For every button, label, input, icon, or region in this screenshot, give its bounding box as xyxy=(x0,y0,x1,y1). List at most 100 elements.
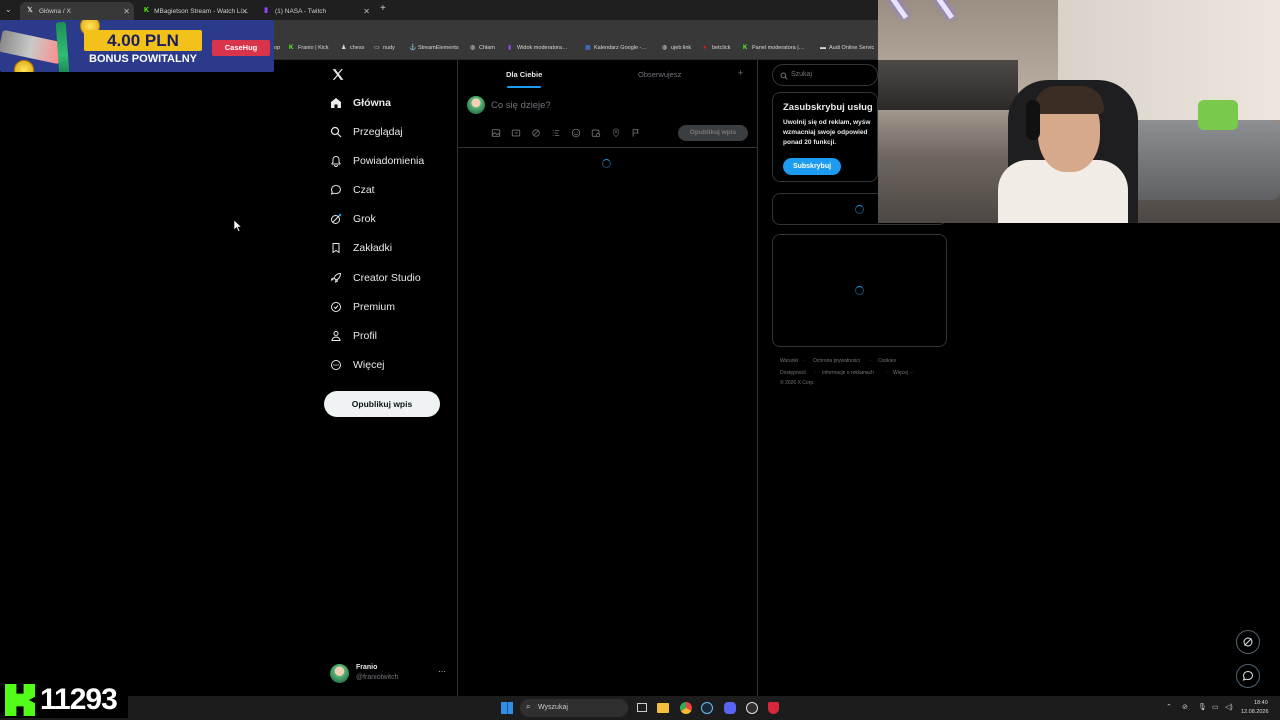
sidebar-item-bookmarks[interactable]: Zakładki xyxy=(330,242,392,254)
avatar xyxy=(467,96,485,114)
streamelements-icon: ⚓ xyxy=(409,45,417,51)
composer-input[interactable]: Co się dzieje? xyxy=(491,100,551,111)
footer-link[interactable]: Cookies xyxy=(878,358,896,364)
sidebar-item-notifications[interactable]: Powiadomienia xyxy=(330,155,424,167)
bookmark-item[interactable]: ● betclick xyxy=(703,45,730,51)
clock-time[interactable]: 18:40 xyxy=(1254,700,1268,706)
sidebar-item-label: Więcej xyxy=(353,359,385,371)
sidebar-item-label: Przeglądaj xyxy=(353,126,403,138)
windows-start-icon[interactable] xyxy=(501,702,513,714)
new-tab-button[interactable]: + xyxy=(380,3,386,14)
tab-following[interactable]: Obserwujesz xyxy=(638,70,681,79)
sidebar-item-chat[interactable]: Czat xyxy=(330,184,375,196)
promo-brand-logo: CaseHug xyxy=(212,40,270,56)
kick-counter-overlay: 11293 xyxy=(0,680,128,718)
poll-icon[interactable] xyxy=(551,128,561,138)
search-input[interactable]: Szukaj xyxy=(772,64,878,86)
add-tab-button[interactable]: + xyxy=(738,68,743,78)
kick-count: 11293 xyxy=(40,683,118,716)
gif-icon[interactable] xyxy=(511,128,521,138)
close-tab-icon[interactable]: ✕ xyxy=(123,7,130,16)
browser-tab-twitch[interactable]: ▮ (1) NASA - Twitch ✕ xyxy=(256,2,374,20)
tray-chevron-icon[interactable]: ⌃ xyxy=(1166,703,1172,711)
grok-icon[interactable] xyxy=(531,128,541,138)
sidebar-item-label: Grok xyxy=(353,213,376,225)
sidebar-item-profile[interactable]: Profil xyxy=(330,330,377,342)
bookmark-item[interactable]: ♟ chess xyxy=(341,45,364,51)
footer-link[interactable]: Warunki xyxy=(780,358,798,364)
tab-label: MBagietson Stream - Watch Li… xyxy=(154,7,249,15)
chat-icon xyxy=(1242,670,1254,681)
discord-icon[interactable] xyxy=(724,702,736,714)
verified-icon xyxy=(331,302,341,312)
coin-icon xyxy=(14,60,34,72)
obs-icon[interactable] xyxy=(746,702,758,714)
bookmark-item[interactable]: ▮ Widok moderatora… xyxy=(508,45,567,51)
image-icon[interactable] xyxy=(491,128,501,138)
subscribe-button[interactable]: Subskrybuj xyxy=(783,158,841,175)
close-tab-icon[interactable]: ✕ xyxy=(363,7,370,16)
network-icon[interactable]: ▭ xyxy=(1212,703,1219,711)
bookmark-item[interactable]: K Franio | Kick xyxy=(289,45,328,51)
footer-link[interactable]: Informacje o reklamach xyxy=(822,370,874,376)
search-placeholder: Szukaj xyxy=(791,71,813,78)
file-explorer-icon[interactable] xyxy=(657,703,669,713)
volume-icon[interactable]: ◁) xyxy=(1225,703,1233,711)
tab-list-chevron-icon[interactable]: ⌄ xyxy=(5,5,12,14)
promo-subtitle: BONUS POWITALNY xyxy=(89,53,197,65)
bookmark-icon xyxy=(332,243,340,254)
sidebar-item-label: Creator Studio xyxy=(353,272,421,284)
account-switcher[interactable]: Franio @franiotwitch ··· xyxy=(330,664,455,686)
clock-date[interactable]: 12.08.2026 xyxy=(1241,709,1269,715)
user-handle: @franiotwitch xyxy=(356,674,399,681)
footer-link[interactable]: Ochrona prywatności xyxy=(813,358,860,364)
steam-icon[interactable] xyxy=(701,702,713,714)
footer-copyright: © 2026 X Corp. xyxy=(780,380,815,386)
bookmark-item[interactable]: ▦ Kalendarz Google -… xyxy=(585,45,647,51)
shield-app-icon[interactable] xyxy=(768,702,779,714)
bookmark-item[interactable]: ⚓ StreamElements xyxy=(409,45,459,51)
sidebar-item-more[interactable]: Więcej xyxy=(330,359,385,371)
footer-separator: · xyxy=(870,358,872,364)
bookmark-item[interactable]: op xyxy=(274,45,280,51)
tray-icon[interactable]: ⊘ xyxy=(1182,703,1188,711)
messages-floating-button[interactable] xyxy=(1236,664,1260,688)
microphone-icon[interactable]: 🎙 xyxy=(1198,703,1207,711)
subscribe-body: Uwolnij się od reklam, wyśw wzmacniaj sw… xyxy=(783,119,871,146)
emoji-icon[interactable] xyxy=(571,128,581,138)
grok-floating-button[interactable] xyxy=(1236,630,1260,654)
schedule-icon[interactable] xyxy=(591,128,601,138)
close-tab-icon[interactable]: ✕ xyxy=(241,7,248,16)
browser-tab-kick[interactable]: K MBagietson Stream - Watch Li… ✕ xyxy=(138,2,252,20)
task-view-icon[interactable] xyxy=(637,703,647,712)
flag-icon[interactable] xyxy=(631,128,641,138)
bookmark-item[interactable]: ▭ nudy xyxy=(374,45,395,51)
footer-link[interactable]: Więcej ··· xyxy=(893,370,914,376)
composer-post-button[interactable]: Opublikuj wpis xyxy=(678,125,748,141)
kick-logo-icon xyxy=(5,684,35,716)
sidebar-item-home[interactable]: Główna xyxy=(330,97,391,109)
post-button[interactable]: Opublikuj wpis xyxy=(324,391,440,417)
gun-skin-image xyxy=(0,29,64,65)
more-dots-icon[interactable]: ··· xyxy=(438,667,446,676)
grok-icon xyxy=(1243,637,1253,647)
bookmark-item[interactable]: ◍ Chłam xyxy=(470,45,495,51)
footer-link[interactable]: Dostępność xyxy=(780,370,806,376)
location-icon[interactable] xyxy=(611,128,621,138)
chrome-icon[interactable] xyxy=(680,702,692,714)
sidebar-item-grok[interactable]: Grok xyxy=(330,213,376,225)
browser-tab-x[interactable]: 𝕏 Główna / X ✕ xyxy=(20,2,134,20)
tab-for-you[interactable]: Dla Ciebie xyxy=(506,70,542,79)
bookmark-item[interactable]: ▬ Audi Online Servic xyxy=(820,45,874,51)
bookmark-item[interactable]: ◍ ujeb link xyxy=(662,45,691,51)
column-divider xyxy=(457,60,458,696)
x-logo-icon[interactable] xyxy=(331,68,344,81)
sidebar-item-explore[interactable]: Przeglądaj xyxy=(330,126,403,138)
sidebar-item-label: Zakładki xyxy=(353,242,393,254)
bookmark-item[interactable]: K Panel moderatora |… xyxy=(743,45,804,51)
kick-icon: K xyxy=(743,45,748,51)
sidebar-item-premium[interactable]: Premium xyxy=(330,301,395,313)
tab-label: (1) NASA - Twitch xyxy=(275,7,327,15)
sidebar-item-creator-studio[interactable]: Creator Studio xyxy=(330,272,421,284)
taskbar-search[interactable]: ⌕ Wyszukaj xyxy=(520,699,628,717)
